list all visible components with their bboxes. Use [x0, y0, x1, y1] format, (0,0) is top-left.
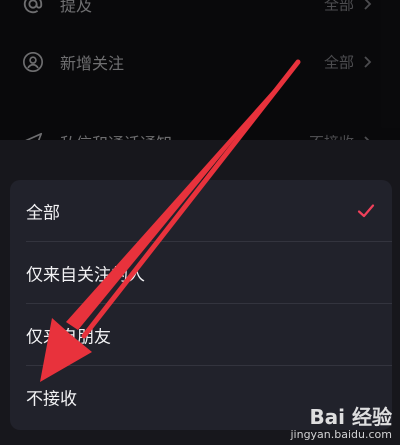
watermark: Bai 经验 jingyan.baidu.com: [290, 401, 392, 441]
at-icon: [23, 0, 43, 14]
chevron-right-icon: [364, 0, 372, 10]
option-label: 全部: [26, 203, 60, 223]
settings-row-label: 新增关注: [60, 54, 125, 73]
bottom-sheet: 全部 仅来自关注的人 仅来自朋友 不接收: [0, 140, 400, 445]
person-circle-icon: [23, 52, 43, 72]
option-label: 仅来自关注的人: [26, 265, 145, 285]
watermark-brand: Bai 经验: [309, 405, 392, 429]
option-label: 仅来自朋友: [26, 327, 111, 347]
settings-row-value: 全部: [323, 0, 354, 14]
option-following-only[interactable]: 仅来自关注的人: [10, 242, 392, 303]
chevron-right-icon: [364, 56, 372, 68]
settings-row-new-followers[interactable]: 新增关注 全部: [0, 32, 400, 92]
settings-row-mentions[interactable]: 提及 全部: [0, 0, 400, 34]
settings-row-value: 全部: [323, 53, 354, 72]
screen: 提及 全部 新增关注 全部 私信和通话通知 不接收: [0, 0, 400, 445]
options-card: 全部 仅来自关注的人 仅来自朋友 不接收: [10, 180, 392, 430]
settings-list: 提及 全部 新增关注 全部 私信和通话通知 不接收: [0, 0, 400, 160]
checkmark-icon: [357, 203, 375, 217]
watermark-url: jingyan.baidu.com: [290, 428, 392, 441]
settings-row-label: 提及: [60, 0, 93, 15]
option-all[interactable]: 全部: [10, 180, 392, 241]
option-friends-only[interactable]: 仅来自朋友: [10, 304, 392, 365]
option-label: 不接收: [26, 389, 77, 409]
